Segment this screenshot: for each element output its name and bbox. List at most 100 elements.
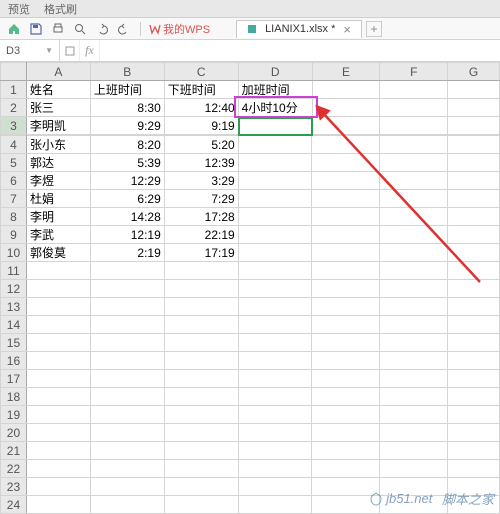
cell[interactable] xyxy=(238,190,312,208)
cell[interactable] xyxy=(380,298,448,316)
cell[interactable] xyxy=(164,424,238,442)
cell[interactable] xyxy=(26,298,90,316)
cell[interactable] xyxy=(312,226,380,244)
cell[interactable]: 张小东 xyxy=(26,136,90,154)
row-header[interactable]: 17 xyxy=(1,370,27,388)
cell[interactable]: 下班时间 xyxy=(164,81,238,99)
cell[interactable]: 上班时间 xyxy=(90,81,164,99)
cell[interactable] xyxy=(312,81,380,99)
formula-input[interactable] xyxy=(100,40,500,61)
cell[interactable]: 17:19 xyxy=(164,244,238,262)
cell[interactable] xyxy=(238,280,312,298)
row-header[interactable]: 11 xyxy=(1,262,27,280)
cell[interactable] xyxy=(448,352,500,370)
cell[interactable] xyxy=(312,172,380,190)
cell[interactable] xyxy=(164,460,238,478)
cell[interactable] xyxy=(380,172,448,190)
row-header[interactable]: 10 xyxy=(1,244,27,262)
row-header[interactable]: 16 xyxy=(1,352,27,370)
select-all-corner[interactable] xyxy=(1,63,27,81)
cell[interactable]: 12:29 xyxy=(90,172,164,190)
cell[interactable] xyxy=(90,334,164,352)
cell[interactable] xyxy=(26,496,90,514)
cell[interactable] xyxy=(312,352,380,370)
cell[interactable]: 12:19 xyxy=(90,226,164,244)
row-header[interactable]: 13 xyxy=(1,298,27,316)
cell[interactable] xyxy=(380,154,448,172)
cell[interactable] xyxy=(380,208,448,226)
cell[interactable]: 郭俊莫 xyxy=(26,244,90,262)
cell[interactable] xyxy=(312,388,380,406)
cell[interactable] xyxy=(448,298,500,316)
preview-icon[interactable] xyxy=(72,21,88,37)
gallery-icon[interactable] xyxy=(60,40,80,61)
col-header[interactable]: B xyxy=(90,63,164,81)
cell[interactable] xyxy=(90,496,164,514)
cell[interactable] xyxy=(238,478,312,496)
cell[interactable] xyxy=(312,99,380,117)
cell[interactable] xyxy=(312,370,380,388)
cell[interactable] xyxy=(164,406,238,424)
cell[interactable]: 9:29 xyxy=(90,117,164,135)
file-tab-active[interactable]: LIANIX1.xlsx * × xyxy=(236,20,362,38)
save-icon[interactable] xyxy=(28,21,44,37)
row-header[interactable]: 4 xyxy=(1,136,27,154)
cell[interactable] xyxy=(448,117,500,135)
cell[interactable] xyxy=(380,334,448,352)
cell[interactable]: 李武 xyxy=(26,226,90,244)
row-header[interactable]: 22 xyxy=(1,460,27,478)
cell[interactable] xyxy=(26,478,90,496)
cell[interactable]: 22:19 xyxy=(164,226,238,244)
cell[interactable] xyxy=(90,370,164,388)
cell[interactable] xyxy=(164,334,238,352)
cell[interactable]: 8:30 xyxy=(90,99,164,117)
row-header[interactable]: 21 xyxy=(1,442,27,460)
row-header[interactable]: 8 xyxy=(1,208,27,226)
my-wps-link[interactable]: 我的WPS xyxy=(149,21,210,37)
row-header[interactable]: 24 xyxy=(1,496,27,514)
cell[interactable] xyxy=(90,388,164,406)
cell[interactable] xyxy=(26,406,90,424)
cell[interactable]: 李明凯 xyxy=(26,117,90,135)
row-header[interactable]: 23 xyxy=(1,478,27,496)
undo-icon[interactable] xyxy=(94,21,110,37)
row-header[interactable]: 7 xyxy=(1,190,27,208)
cell[interactable] xyxy=(380,117,448,135)
cell[interactable] xyxy=(312,244,380,262)
cell[interactable] xyxy=(448,388,500,406)
row-header[interactable]: 18 xyxy=(1,388,27,406)
cell[interactable] xyxy=(26,352,90,370)
row-header[interactable]: 6 xyxy=(1,172,27,190)
col-header[interactable]: G xyxy=(448,63,500,81)
row-header[interactable]: 3 xyxy=(1,117,27,135)
cell[interactable] xyxy=(90,478,164,496)
cell[interactable] xyxy=(26,262,90,280)
cell[interactable] xyxy=(312,316,380,334)
cell[interactable] xyxy=(26,280,90,298)
menu-format-painter[interactable]: 格式刷 xyxy=(44,1,77,17)
cell[interactable]: 郭达 xyxy=(26,154,90,172)
row-header[interactable]: 19 xyxy=(1,406,27,424)
cell[interactable] xyxy=(238,460,312,478)
cell[interactable]: 加班时间 xyxy=(238,81,312,99)
cell[interactable] xyxy=(164,388,238,406)
cell[interactable] xyxy=(26,424,90,442)
cell[interactable] xyxy=(90,460,164,478)
cell[interactable] xyxy=(26,388,90,406)
cell[interactable] xyxy=(380,370,448,388)
cell[interactable] xyxy=(238,208,312,226)
cell[interactable] xyxy=(448,136,500,154)
cell[interactable] xyxy=(26,334,90,352)
cell[interactable]: 9:19 xyxy=(164,117,238,135)
cell[interactable] xyxy=(312,442,380,460)
cell[interactable] xyxy=(312,424,380,442)
cell[interactable]: 5:20 xyxy=(164,136,238,154)
cell[interactable] xyxy=(380,352,448,370)
cell[interactable] xyxy=(238,334,312,352)
cell[interactable] xyxy=(448,154,500,172)
cell[interactable]: 7:29 xyxy=(164,190,238,208)
cell[interactable] xyxy=(380,99,448,117)
print-icon[interactable] xyxy=(50,21,66,37)
cell[interactable] xyxy=(238,406,312,424)
cell-selected[interactable] xyxy=(238,117,312,135)
